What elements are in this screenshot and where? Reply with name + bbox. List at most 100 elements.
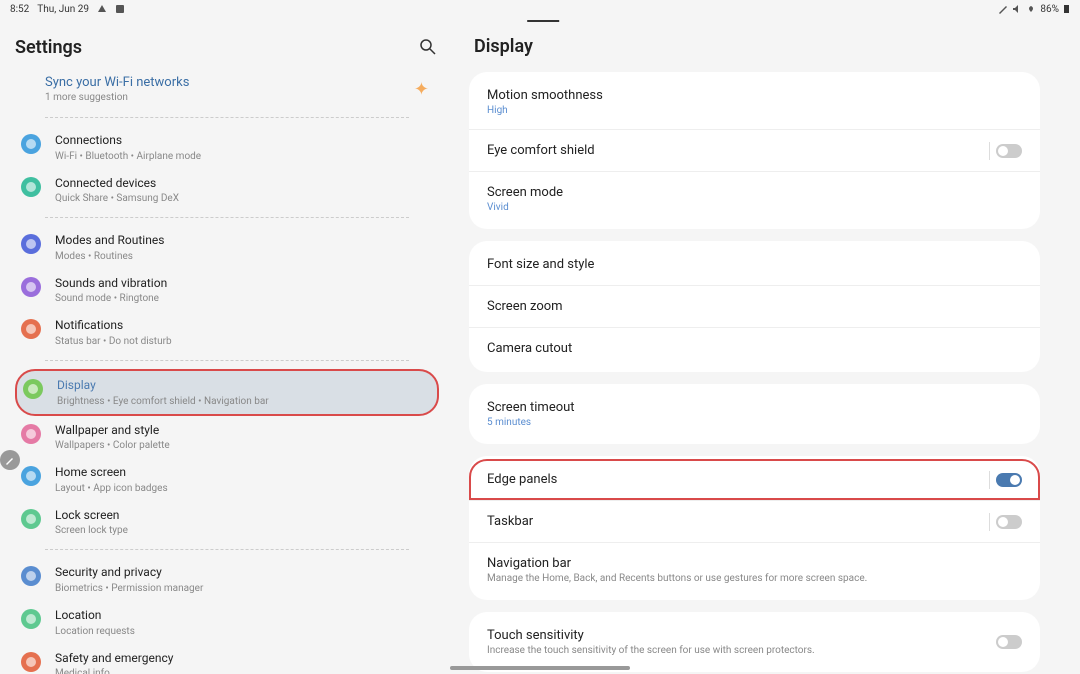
search-button[interactable] — [417, 36, 439, 58]
toggle-divider — [989, 513, 990, 531]
setting-navigation-bar[interactable]: Navigation bar Manage the Home, Back, and… — [469, 542, 1040, 597]
sidebar-item-location[interactable]: Location Location requests — [15, 601, 439, 644]
category-title: Home screen — [55, 465, 168, 481]
category-title: Sounds and vibration — [55, 276, 167, 292]
card-motion: Motion smoothnessHighEye comfort shieldS… — [469, 72, 1040, 229]
sidebar-item-lock-screen[interactable]: Lock screenScreen lock type — [15, 501, 439, 544]
sidebar-item-home-screen[interactable]: Home screen Layout • App icon badges — [15, 458, 439, 501]
status-bar: 8:52 Thu, Jun 29 86% — [0, 0, 1080, 18]
safety-icon — [21, 652, 41, 672]
setting-screen-zoom[interactable]: Screen zoom — [469, 285, 1040, 327]
sidebar-item-security-and-privacy[interactable]: Security and privacy Biometrics • Permiss… — [15, 558, 439, 601]
location-icon — [21, 609, 41, 629]
home-icon — [21, 466, 41, 486]
category-title: Lock screen — [55, 508, 128, 524]
setting-taskbar[interactable]: Taskbar — [469, 500, 1040, 542]
setting-title: Touch sensitivity — [487, 628, 1022, 643]
divider — [45, 549, 409, 550]
toggle-divider — [989, 142, 990, 160]
category-title: Wallpaper and style — [55, 423, 170, 439]
mute-icon — [1012, 4, 1022, 14]
category-subtitle: Layout • App icon badges — [55, 483, 168, 494]
sidebar-item-safety-and-emergency[interactable]: Safety and emergencyMedical info — [15, 644, 439, 674]
setting-edge-panels[interactable]: Edge panels — [469, 459, 1040, 500]
nav-handle[interactable] — [450, 666, 630, 670]
setting-value: Vivid — [487, 202, 1022, 213]
divider — [45, 217, 409, 218]
category-subtitle: Location requests — [55, 626, 135, 637]
setting-desc: Manage the Home, Back, and Recents butto… — [487, 573, 1022, 584]
card-touch: Touch sensitivity Increase the touch sens… — [469, 612, 1040, 672]
category-title: Safety and emergency — [55, 651, 173, 667]
sidebar-item-modes-and-routines[interactable]: Modes and RoutinesModes • Routines — [15, 226, 439, 269]
setting-camera-cutout[interactable]: Camera cutout — [469, 327, 1040, 369]
category-subtitle: Quick Share • Samsung DeX — [55, 193, 179, 204]
category-group-4: Security and privacy Biometrics • Permiss… — [15, 558, 439, 674]
divider — [45, 117, 409, 118]
divider — [45, 360, 409, 361]
card-font: Font size and style Screen zoom Camera cut… — [469, 241, 1040, 372]
sidebar-item-sounds-and-vibration[interactable]: Sounds and vibrationSound mode • Rington… — [15, 269, 439, 312]
suggestion-item[interactable]: Sync your Wi-Fi networks 1 more suggesti… — [15, 73, 439, 111]
sidebar-item-notifications[interactable]: NotificationsStatus bar • Do not disturb — [15, 311, 439, 354]
category-subtitle: Wi-Fi • Bluetooth • Airplane mode — [55, 151, 201, 162]
setting-screen-mode[interactable]: Screen mode Vivid — [469, 171, 1040, 226]
setting-eye-comfort-shield[interactable]: Eye comfort shield — [469, 129, 1040, 171]
setting-value: 5 minutes — [487, 417, 1022, 428]
setting-title: Screen mode — [487, 185, 1022, 200]
setting-motion-smoothness[interactable]: Motion smoothnessHigh — [469, 75, 1040, 129]
category-subtitle: Wallpapers • Color palette — [55, 440, 170, 451]
display-icon — [23, 379, 43, 399]
wifi-icon — [1026, 4, 1036, 14]
setting-title: Screen timeout — [487, 400, 1022, 415]
suggestion-title: Sync your Wi-Fi networks — [45, 75, 189, 90]
top-indicator — [527, 20, 559, 22]
category-group-3: Display Brightness • Eye comfort shield •… — [15, 369, 439, 543]
wallpaper-icon — [21, 424, 41, 444]
toggle-switch[interactable] — [996, 144, 1022, 158]
floating-edit-button[interactable] — [0, 450, 20, 470]
category-title: Connections — [55, 133, 201, 149]
display-panel: Display Motion smoothnessHighEye comfort… — [454, 18, 1080, 674]
category-subtitle: Screen lock type — [55, 525, 128, 536]
card-edge: Edge panels Taskbar Navigation bar Manage t… — [469, 456, 1040, 600]
category-subtitle: Brightness • Eye comfort shield • Naviga… — [57, 396, 269, 407]
setting-title: Taskbar — [487, 514, 1022, 529]
battery-icon — [1063, 4, 1070, 14]
setting-title: Navigation bar — [487, 556, 1022, 571]
toggle-switch[interactable] — [996, 515, 1022, 529]
setting-desc: Increase the touch sensitivity of the sc… — [487, 645, 1022, 656]
warning-icon — [97, 4, 107, 14]
wifi-icon — [21, 134, 41, 154]
setting-font-size-and-style[interactable]: Font size and style — [469, 244, 1040, 285]
notif-icon — [21, 319, 41, 339]
category-subtitle: Sound mode • Ringtone — [55, 293, 167, 304]
battery-percent: 86% — [1040, 4, 1059, 15]
status-date: Thu, Jun 29 — [37, 4, 89, 15]
setting-value: High — [487, 105, 1022, 116]
display-header: Display — [474, 36, 1040, 57]
security-icon — [21, 566, 41, 586]
modes-icon — [21, 234, 41, 254]
category-subtitle: Biometrics • Permission manager — [55, 583, 203, 594]
setting-title: Camera cutout — [487, 341, 1022, 356]
card-timeout: Screen timeout 5 minutes — [469, 384, 1040, 444]
category-title: Security and privacy — [55, 565, 203, 581]
toggle-switch[interactable] — [996, 473, 1022, 487]
sidebar-item-connections[interactable]: Connections Wi-Fi • Bluetooth • Airplane … — [15, 126, 439, 169]
category-title: Location — [55, 608, 135, 624]
sidebar-item-connected-devices[interactable]: Connected devicesQuick Share • Samsung D… — [15, 169, 439, 212]
category-title: Display — [57, 378, 269, 394]
category-title: Modes and Routines — [55, 233, 164, 249]
setting-touch-sensitivity[interactable]: Touch sensitivity Increase the touch sens… — [469, 615, 1040, 669]
toggle-switch[interactable] — [996, 635, 1022, 649]
setting-title: Screen zoom — [487, 299, 1022, 314]
category-subtitle: Medical info — [55, 668, 173, 674]
pen-icon — [998, 4, 1008, 14]
image-icon — [115, 4, 125, 14]
sidebar-item-wallpaper-and-style[interactable]: Wallpaper and styleWallpapers • Color pa… — [15, 416, 439, 459]
sidebar-item-display[interactable]: Display Brightness • Eye comfort shield •… — [15, 369, 439, 416]
setting-screen-timeout[interactable]: Screen timeout 5 minutes — [469, 387, 1040, 441]
sound-icon — [21, 277, 41, 297]
category-subtitle: Status bar • Do not disturb — [55, 336, 172, 347]
